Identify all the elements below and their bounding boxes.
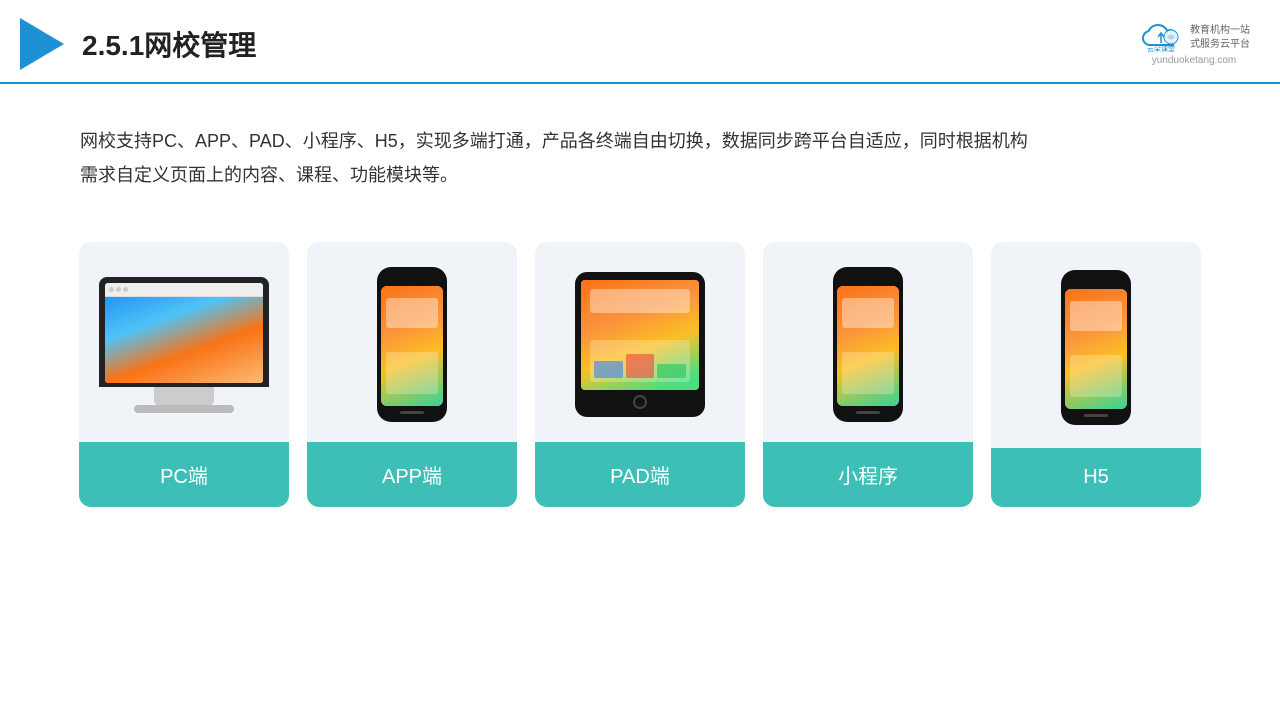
cards-container: PC端 APP端	[0, 212, 1280, 527]
device-phone-h5	[1061, 270, 1131, 425]
card-pc: PC端	[79, 242, 289, 507]
card-h5-label: H5	[991, 448, 1201, 507]
brand-logo: 云朵课堂 教育机构一站 式服务云平台	[1138, 23, 1250, 53]
description-text: 网校支持PC、APP、PAD、小程序、H5，实现多端打通，产品各终端自由切换，数…	[0, 84, 1280, 212]
header-left: 2.5.1网校管理	[20, 18, 256, 70]
logo-triangle-icon	[20, 18, 64, 70]
card-app-label: APP端	[307, 442, 517, 507]
card-h5-image	[991, 242, 1201, 448]
brand-text: 教育机构一站 式服务云平台	[1190, 24, 1250, 52]
device-tablet	[575, 272, 705, 417]
card-miniapp-label: 小程序	[763, 442, 973, 507]
brand-tagline2: 式服务云平台	[1190, 38, 1250, 52]
description-paragraph: 网校支持PC、APP、PAD、小程序、H5，实现多端打通，产品各终端自由切换，数…	[80, 124, 1200, 192]
device-phone-miniapp	[833, 267, 903, 422]
card-h5: H5	[991, 242, 1201, 507]
device-phone-app	[377, 267, 447, 422]
card-app-image	[307, 242, 517, 442]
card-pad: PAD端	[535, 242, 745, 507]
brand-tagline: 教育机构一站	[1190, 24, 1250, 38]
header: 2.5.1网校管理 云朵课堂 教育机构一站 式服务云平台 yunduoketan…	[0, 0, 1280, 84]
brand-url: yunduoketang.com	[1152, 55, 1237, 66]
card-pad-label: PAD端	[535, 442, 745, 507]
svg-text:云朵课堂: 云朵课堂	[1147, 44, 1175, 53]
card-miniapp-image	[763, 242, 973, 442]
header-right: 云朵课堂 教育机构一站 式服务云平台 yunduoketang.com	[1138, 23, 1250, 66]
page-title: 2.5.1网校管理	[82, 24, 256, 64]
cloud-icon: 云朵课堂	[1138, 23, 1184, 53]
card-app: APP端	[307, 242, 517, 507]
card-miniapp: 小程序	[763, 242, 973, 507]
device-pc	[99, 277, 269, 413]
card-pc-label: PC端	[79, 442, 289, 507]
card-pad-image	[535, 242, 745, 442]
card-pc-image	[79, 242, 289, 442]
